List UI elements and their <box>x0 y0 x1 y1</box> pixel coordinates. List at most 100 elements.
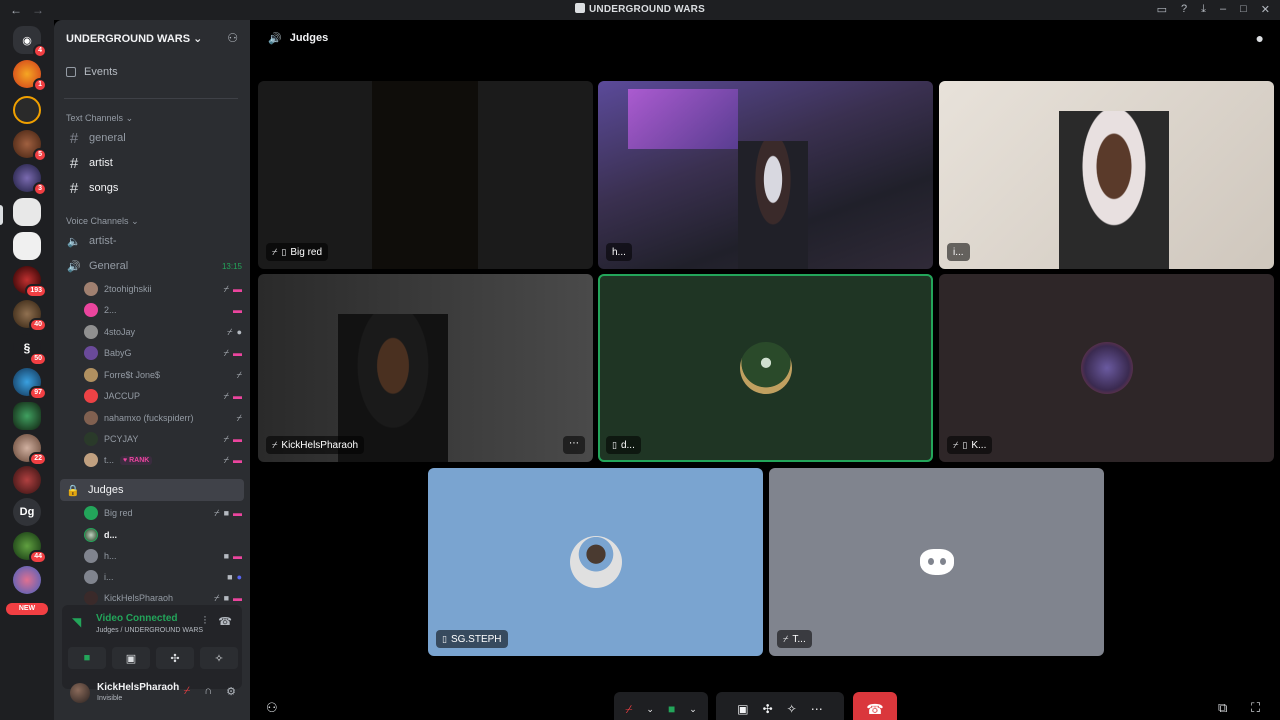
call-header: 🔊 Judges ● <box>250 20 1280 56</box>
events-item[interactable]: Events <box>66 66 118 78</box>
video-tile[interactable]: h... <box>598 81 933 269</box>
server-icon-5[interactable] <box>13 232 41 260</box>
chat-bubble-icon[interactable]: ● <box>1256 30 1264 46</box>
video-tile[interactable]: ⌿ KickHelsPharaoh ⋯ <box>258 274 593 462</box>
server-icon-9[interactable]: 97 <box>13 368 47 400</box>
voice-channel-judges[interactable]: 🔒 Judges <box>60 479 244 501</box>
channel-artist[interactable]: # artist <box>66 152 242 174</box>
avatar[interactable] <box>70 683 90 703</box>
person-silhouette <box>738 141 808 269</box>
text-channels-category[interactable]: Text Channels ⌄ <box>66 113 133 124</box>
video-tile[interactable]: ⌿ T... <box>769 468 1104 656</box>
server-icon-active[interactable] <box>13 198 41 226</box>
voice-user[interactable]: Big red ⌿ ■ ▬ <box>84 503 242 523</box>
screen-share-icon: ▣ <box>125 652 137 665</box>
server-icon-13[interactable]: 44 <box>13 532 47 564</box>
voice-user[interactable]: d... <box>84 525 242 545</box>
voice-user[interactable]: nahamxo (fuckspiderr) ⌿ <box>84 408 242 428</box>
mic-muted-icon: ⌿ <box>227 326 233 337</box>
download-icon[interactable]: ⤓ <box>1201 3 1206 16</box>
server-icon-7[interactable]: 40 <box>13 300 47 332</box>
voice-channels-category[interactable]: Voice Channels ⌄ <box>66 216 139 227</box>
camera-icon[interactable]: ■ <box>668 702 675 716</box>
voice-user[interactable]: JACCUP ⌿ ▬ <box>84 386 242 406</box>
home-button[interactable]: ◉ 4 <box>13 26 47 58</box>
server-icon-6[interactable]: 193 <box>13 266 47 298</box>
connection-status[interactable]: Video Connected <box>96 613 178 624</box>
server-icon-8[interactable]: § 50 <box>13 334 47 366</box>
tile-label: ▯ d... <box>606 436 641 454</box>
video-tile[interactable]: ⌿ ▯ Big red <box>258 81 593 269</box>
server-icon-11[interactable]: 22 <box>13 434 47 466</box>
mic-muted-icon[interactable]: ⌿ <box>184 685 191 698</box>
activities-button[interactable]: ✣ <box>156 647 194 669</box>
server-icon-2[interactable] <box>13 96 41 124</box>
voice-channel-artist[interactable]: 🔈 artist- <box>66 230 242 252</box>
signal-icon[interactable]: ◥ <box>72 615 81 629</box>
more-options-button[interactable]: ⋯ <box>563 436 585 454</box>
avatar <box>739 342 792 394</box>
hang-up-icon: ☎ <box>866 700 884 717</box>
camera-icon: ■ <box>83 652 91 664</box>
inbox-icon[interactable]: ▭ <box>1157 3 1167 16</box>
activities-icon[interactable]: ✣ <box>763 702 773 716</box>
controller-icon: ▬ <box>233 433 242 444</box>
tile-label: ⌿ T... <box>777 630 812 648</box>
server-icon-4[interactable]: 3 <box>13 164 47 196</box>
voice-user[interactable]: Forre$t Jone$ ⌿ <box>84 365 242 385</box>
settings-gear-icon[interactable]: ⚙ <box>226 685 236 698</box>
video-tile[interactable]: ⌿ ▯ K... <box>939 274 1274 462</box>
mic-muted-icon[interactable]: ⌿ <box>625 702 632 717</box>
voice-user[interactable]: i... ■ ● <box>84 567 242 587</box>
calendar-icon <box>66 67 76 77</box>
hang-up-button[interactable]: ☎ <box>853 692 897 720</box>
noise-suppression-icon[interactable]: ⫶ <box>204 615 207 628</box>
mic-muted-icon: ⌿ <box>223 454 229 465</box>
maximize-icon[interactable]: □ <box>1240 3 1247 16</box>
voice-user[interactable]: 4stoJay ⌿ ● <box>84 322 242 342</box>
chat-bubble-icon: ● <box>236 572 242 582</box>
soundboard-icon[interactable]: ✧ <box>787 702 797 716</box>
server-icon-10[interactable] <box>13 402 41 430</box>
minimize-icon[interactable]: – <box>1220 3 1226 16</box>
fullscreen-icon[interactable]: ⛶ <box>1251 700 1260 716</box>
server-icon-text[interactable]: Dg <box>13 498 41 526</box>
chevron-down-icon[interactable]: ⌄ <box>689 704 697 715</box>
headphones-icon[interactable]: ∩ <box>204 685 212 698</box>
voice-user[interactable]: PCYJAY ⌿ ▬ <box>84 429 242 449</box>
connection-location[interactable]: Judges / UNDERGROUND WARS <box>96 627 203 634</box>
voice-channel-general[interactable]: 🔊 General 13:15 <box>66 255 242 277</box>
server-icon-12[interactable] <box>13 466 41 494</box>
voice-user[interactable]: t... ♥ RANK ⌿ ▬ <box>84 450 242 470</box>
server-header[interactable]: UNDERGROUND WARS ⌄ ⚇ <box>54 20 250 56</box>
help-icon[interactable]: ? <box>1181 3 1187 16</box>
voice-user[interactable]: 2... ▬ <box>84 300 242 320</box>
voice-user[interactable]: BabyG ⌿ ▬ <box>84 343 242 363</box>
avatar <box>84 528 98 542</box>
voice-user[interactable]: h... ■ ▬ <box>84 546 242 566</box>
video-tile[interactable]: ▯ SG.STEPH <box>428 468 763 656</box>
server-icon-14[interactable] <box>13 566 41 594</box>
server-icon-1[interactable]: 1 <box>13 60 47 92</box>
soundboard-button[interactable]: ✧ <box>200 647 238 669</box>
hash-icon: # <box>69 154 79 172</box>
speaker-icon: 🔊 <box>67 260 81 273</box>
voice-user[interactable]: 2toohighskii ⌿ ▬ <box>84 279 242 299</box>
video-tile[interactable]: ▯ d... <box>598 274 933 462</box>
more-icon[interactable]: ⋯ <box>811 702 823 716</box>
screen-share-icon[interactable]: ▣ <box>737 702 748 716</box>
video-tile[interactable]: i... <box>939 81 1274 269</box>
channel-songs[interactable]: # songs <box>66 177 242 199</box>
user-name[interactable]: KickHelsPharaoh <box>97 682 179 693</box>
screen-share-button[interactable]: ▣ <box>112 647 150 669</box>
mic-muted-icon: ⌿ <box>223 347 229 358</box>
chevron-down-icon[interactable]: ⌄ <box>646 704 654 715</box>
pop-out-icon[interactable]: ⧉ <box>1218 700 1227 716</box>
close-icon[interactable]: ✕ <box>1261 3 1270 16</box>
channel-general[interactable]: # general <box>66 127 242 149</box>
camera-toggle-button[interactable]: ■ <box>68 647 106 669</box>
disconnect-icon[interactable]: ☎ <box>218 615 232 628</box>
add-member-icon[interactable]: ⚇ <box>227 31 238 45</box>
server-icon-3[interactable]: 5 <box>13 130 47 162</box>
invite-icon[interactable]: ⚇ <box>266 700 278 716</box>
